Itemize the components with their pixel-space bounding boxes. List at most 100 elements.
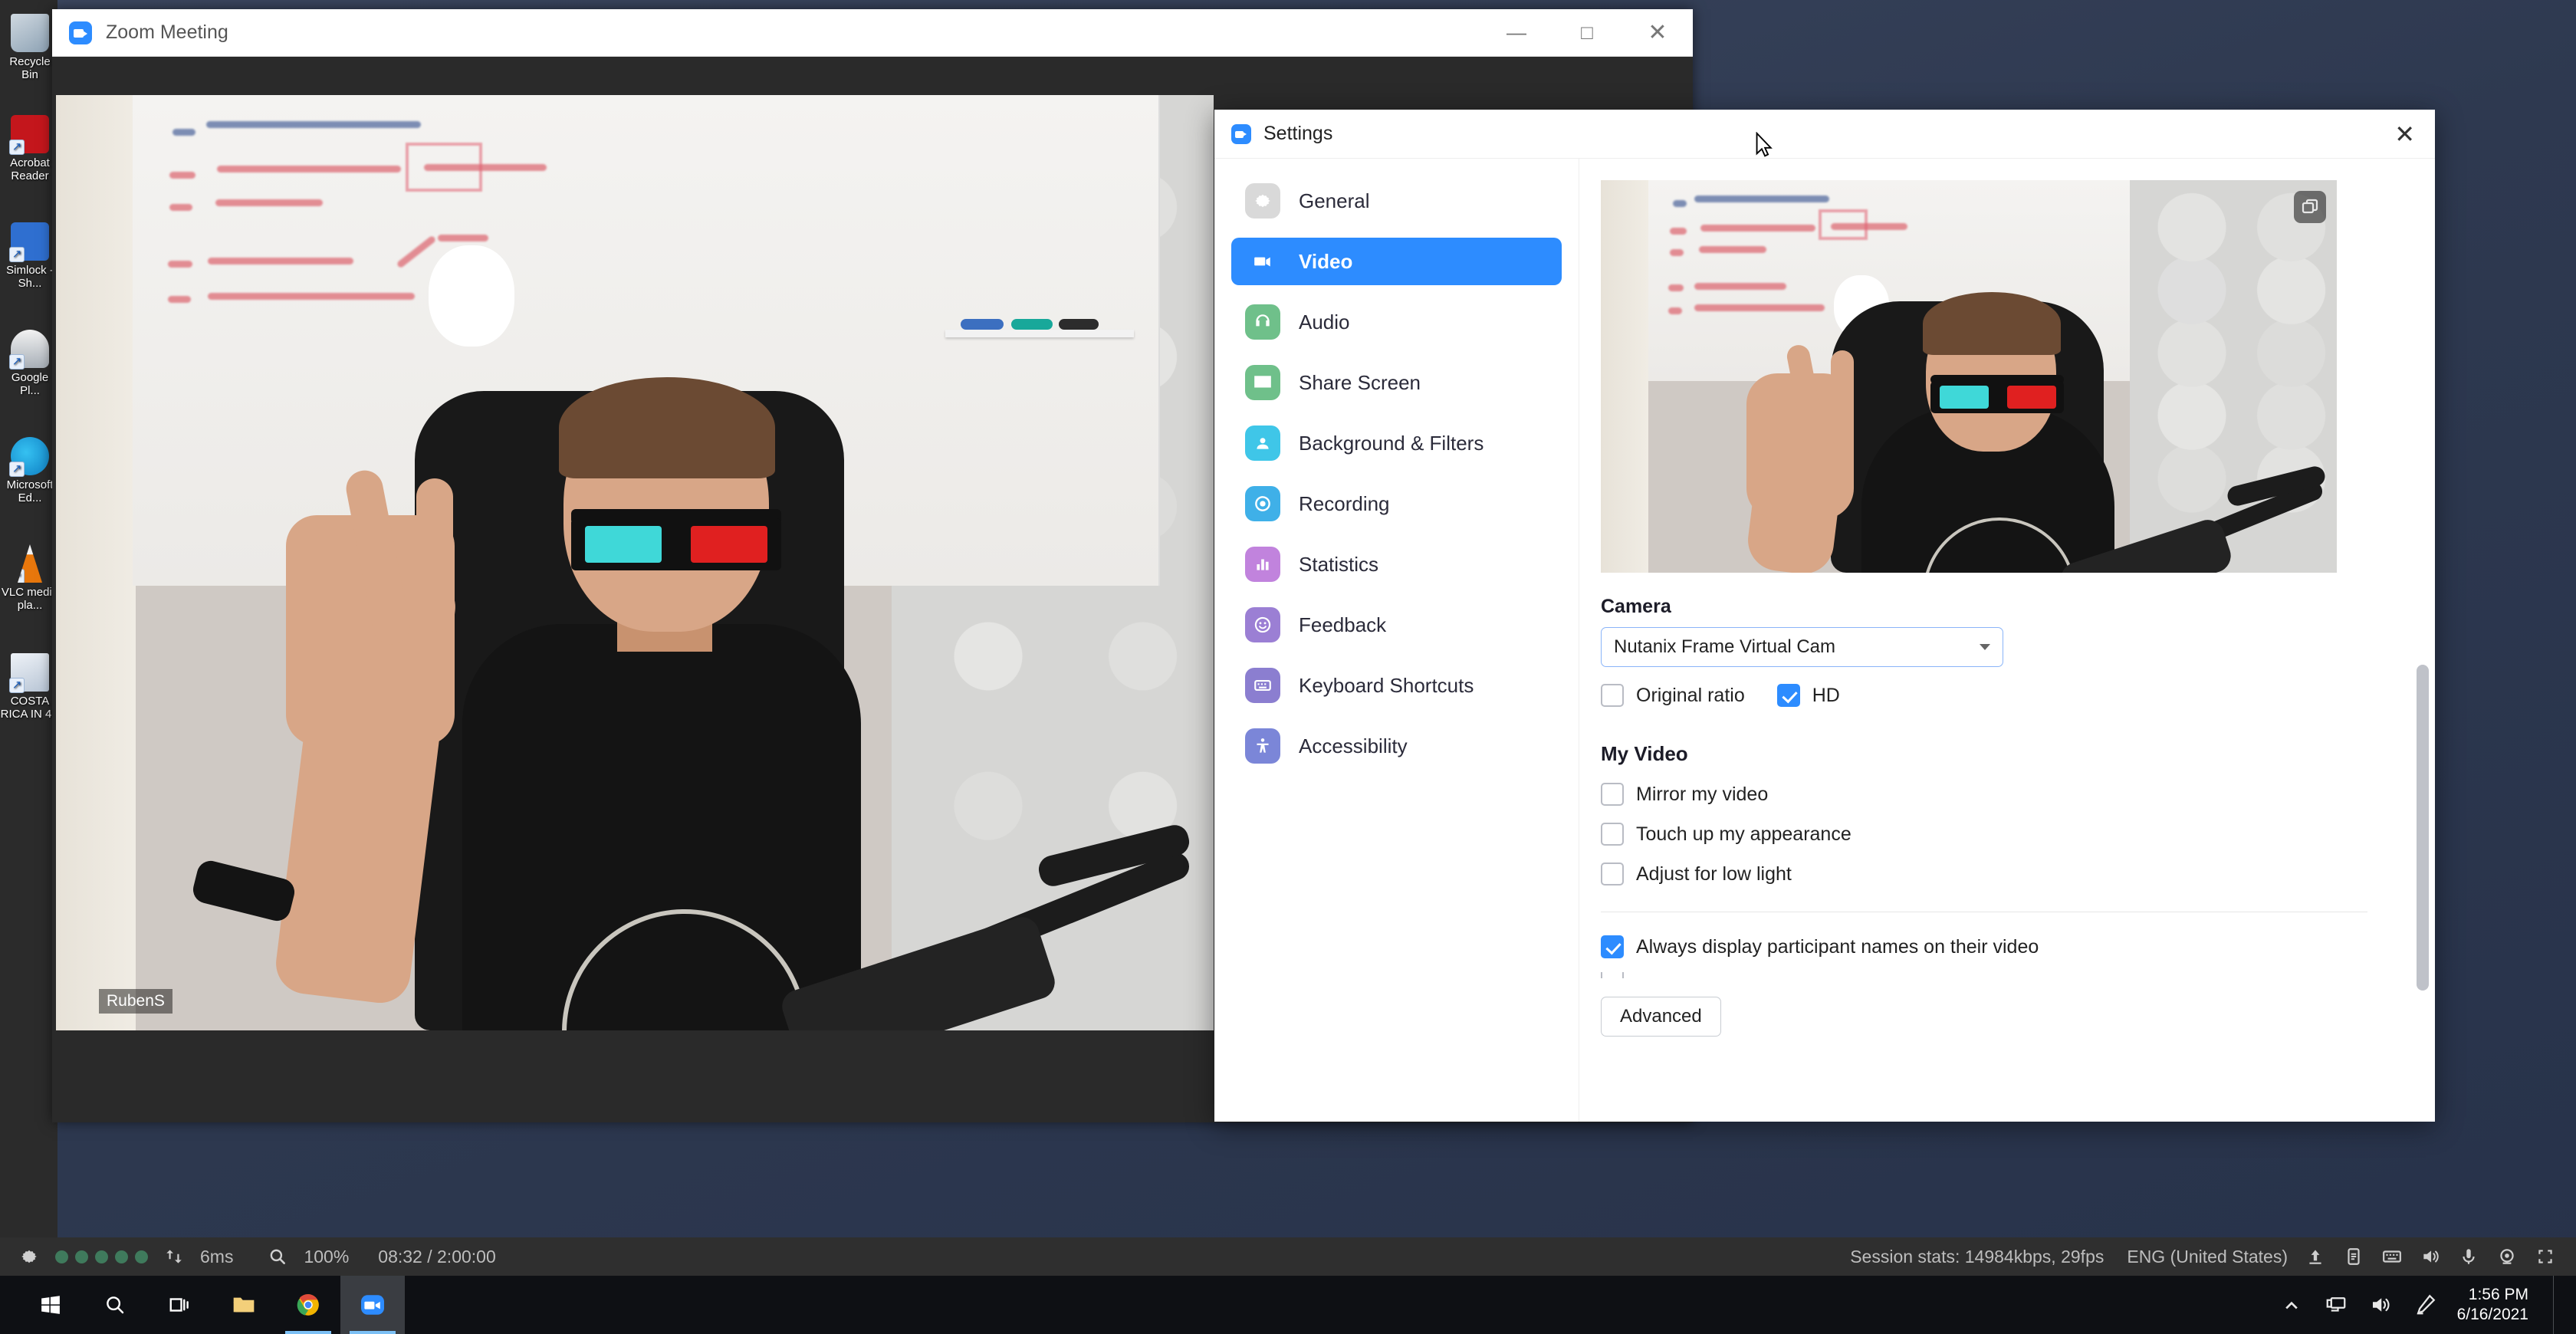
connection-strength-dots	[55, 1250, 148, 1263]
camera-select[interactable]: Nutanix Frame Virtual Cam	[1601, 627, 2003, 667]
desktop-icon-acrobat-reader[interactable]: ↗ Acrobat Reader	[0, 115, 60, 182]
microsoft-edge-icon: ↗	[11, 437, 49, 475]
desktop-icon-google[interactable]: ↗ Google Pl...	[0, 330, 60, 397]
desktop-icon-vlc[interactable]: ↗ VLC media pla...	[0, 544, 60, 612]
sidebar-item-label: Share Screen	[1299, 371, 1421, 395]
desktop-icon-label: Simlock - Sh...	[6, 264, 54, 290]
zoom-logo-icon	[69, 21, 92, 44]
shortcut-arrow-icon: ↗	[9, 354, 25, 370]
settings-scrollbar[interactable]	[2417, 665, 2429, 991]
zoom-logo-icon	[1231, 124, 1251, 144]
headphones-icon	[1245, 304, 1280, 340]
camera-preview	[1601, 180, 2337, 573]
wristband	[190, 858, 297, 924]
camera-select-value: Nutanix Frame Virtual Cam	[1614, 636, 1835, 658]
person-hair	[559, 377, 775, 478]
shortcut-arrow-icon: ↗	[9, 569, 25, 584]
clipped-checkbox[interactable]	[1601, 972, 1624, 978]
hd-checkbox[interactable]	[1777, 684, 1800, 707]
desktop-icon-microsoft-edge[interactable]: ↗ Microsoft Ed...	[0, 437, 60, 504]
keyboard-icon	[1245, 668, 1280, 703]
clipboard-sync-icon[interactable]	[2343, 1246, 2364, 1267]
desktop-icon-column	[0, 0, 58, 1265]
shortcut-arrow-icon: ↗	[9, 140, 25, 155]
sidebar-item-keyboard-shortcuts[interactable]: Keyboard Shortcuts	[1231, 662, 1562, 709]
desktop-icon-label: Recycle Bin	[9, 55, 50, 81]
chevron-up-icon[interactable]	[2279, 1293, 2304, 1317]
status-bar-left: 6ms 100% 08:32 / 2:00:00	[18, 1246, 496, 1267]
chrome-icon	[296, 1293, 320, 1317]
chrome-button[interactable]	[276, 1276, 340, 1334]
sidebar-item-feedback[interactable]: Feedback	[1231, 601, 1562, 649]
desktop-icon-recycle-bin[interactable]: Recycle Bin	[0, 14, 60, 81]
microphone-icon[interactable]	[2458, 1246, 2479, 1267]
gear-icon[interactable]	[18, 1246, 40, 1267]
adjust-for-low-light-checkbox[interactable]	[1601, 863, 1624, 886]
sidebar-item-label: Feedback	[1299, 613, 1386, 637]
accessibility-icon	[1245, 728, 1280, 764]
marker-shelf	[945, 330, 1134, 337]
sidebar-item-share-screen[interactable]: Share Screen	[1231, 359, 1562, 406]
touch-up-my-appearance-row: Touch up my appearance	[1601, 823, 2383, 846]
search-button[interactable]	[83, 1276, 147, 1334]
close-button[interactable]: ✕	[1622, 9, 1693, 56]
chevron-down-icon	[1980, 644, 1990, 650]
taskbar-clock[interactable]: 1:56 PM 6/16/2021	[2457, 1285, 2528, 1325]
desktop-icon-costa-rica-video[interactable]: ↗ COSTA RICA IN 4K	[0, 653, 60, 721]
my-video-options: Mirror my video Touch up my appearance A…	[1601, 783, 2383, 886]
always-display-participant-names-checkbox[interactable]	[1601, 935, 1624, 958]
sidebar-item-general[interactable]: General	[1231, 177, 1562, 225]
show-desktop-button[interactable]	[2553, 1276, 2561, 1334]
volume-icon[interactable]	[2368, 1293, 2393, 1317]
desktop-icon-simlock[interactable]: ↗ Simlock - Sh...	[0, 222, 60, 290]
sidebar-item-recording[interactable]: Recording	[1231, 480, 1562, 527]
desktop-icon-label: Microsoft Ed...	[7, 478, 54, 504]
keyboard-icon[interactable]	[2381, 1246, 2403, 1267]
zoom-titlebar[interactable]: Zoom Meeting — □ ✕	[52, 9, 1693, 57]
pop-out-video-icon[interactable]	[2294, 191, 2326, 223]
window-controls: — □ ✕	[1481, 9, 1693, 56]
upload-icon[interactable]	[2305, 1246, 2326, 1267]
webcam-icon[interactable]	[2496, 1246, 2518, 1267]
file-explorer-button[interactable]	[212, 1276, 276, 1334]
pen-icon[interactable]	[2413, 1293, 2437, 1317]
sidebar-item-background-filters[interactable]: Background & Filters	[1231, 419, 1562, 467]
touch-up-my-appearance-checkbox[interactable]	[1601, 823, 1624, 846]
minimize-button[interactable]: —	[1481, 9, 1552, 56]
video-camera-icon	[1245, 244, 1280, 279]
sidebar-item-statistics[interactable]: Statistics	[1231, 540, 1562, 588]
original-ratio-checkbox[interactable]	[1601, 684, 1624, 707]
advanced-button[interactable]: Advanced	[1601, 997, 1721, 1037]
session-stats-text: Session stats: 14984kbps, 29fps	[1850, 1247, 2104, 1267]
sidebar-item-label: General	[1299, 189, 1370, 213]
vlc-cone-icon: ↗	[11, 544, 49, 583]
zoom-button[interactable]	[340, 1276, 405, 1334]
mirror-my-video-label: Mirror my video	[1636, 784, 1768, 806]
settings-titlebar[interactable]: Settings ✕	[1214, 110, 2435, 159]
start-button[interactable]	[18, 1276, 83, 1334]
sidebar-item-video[interactable]: Video	[1231, 238, 1562, 285]
settings-sidebar: General Video Audio Share Screen	[1214, 159, 1579, 1122]
sidebar-item-label: Background & Filters	[1299, 432, 1484, 455]
speaker-icon[interactable]	[2420, 1246, 2441, 1267]
always-display-names-row: Always display participant names on thei…	[1601, 935, 2383, 958]
settings-body: General Video Audio Share Screen	[1214, 159, 2435, 1122]
close-icon[interactable]: ✕	[2394, 122, 2415, 146]
sidebar-item-label: Recording	[1299, 492, 1390, 516]
main-video-feed[interactable]: RubenS	[56, 95, 1214, 1030]
shortcut-arrow-icon: ↗	[9, 247, 25, 262]
maximize-button[interactable]: □	[1552, 9, 1622, 56]
fullscreen-icon[interactable]	[2535, 1246, 2556, 1267]
my-video-section-label: My Video	[1601, 742, 2435, 766]
network-icon[interactable]	[2324, 1293, 2348, 1317]
marker-black	[1059, 319, 1099, 330]
share-screen-icon	[1245, 365, 1280, 400]
settings-content: Camera Nutanix Frame Virtual Cam Origina…	[1579, 159, 2435, 1122]
hd-label: HD	[1812, 685, 1840, 707]
sidebar-item-label: Keyboard Shortcuts	[1299, 674, 1474, 698]
mirror-my-video-checkbox[interactable]	[1601, 783, 1624, 806]
zoom-window-title: Zoom Meeting	[106, 21, 228, 44]
sidebar-item-accessibility[interactable]: Accessibility	[1231, 722, 1562, 770]
sidebar-item-audio[interactable]: Audio	[1231, 298, 1562, 346]
task-view-button[interactable]	[147, 1276, 212, 1334]
